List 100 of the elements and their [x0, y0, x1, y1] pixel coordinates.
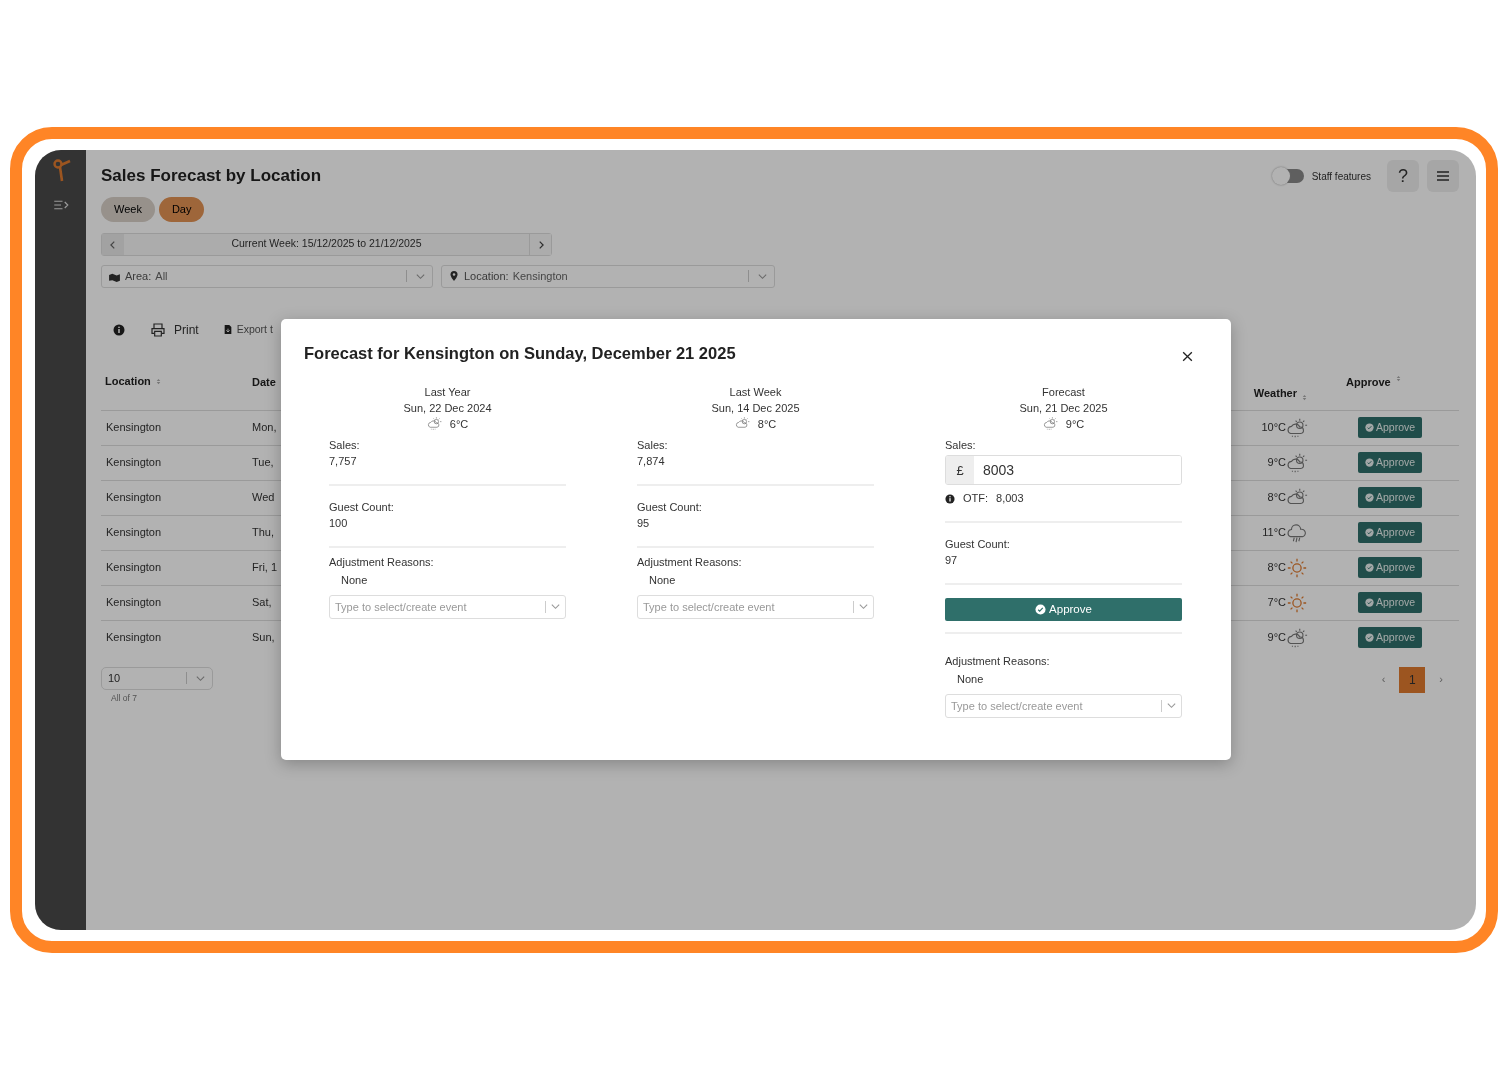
column-heading: Last Week: [729, 384, 782, 400]
temperature-text: 9°C: [1065, 416, 1085, 432]
approve-button[interactable]: Approve: [1358, 626, 1423, 649]
check-circle-icon: [1365, 493, 1374, 502]
showers-icon: [426, 416, 442, 432]
toggle-switch[interactable]: [1273, 169, 1304, 183]
value-text: 7,874: [637, 454, 666, 470]
temperature-text: 11°C: [1262, 525, 1286, 541]
column-header[interactable]: Weather: [1253, 385, 1297, 402]
filter-select[interactable]: Location: Kensington: [441, 264, 775, 288]
column-header[interactable]: Location: [105, 373, 151, 390]
field-label: Sales:: [329, 437, 361, 453]
field-label: Guest Count:: [945, 536, 1011, 552]
table-cell: Thu,: [252, 526, 274, 539]
toggle-label: Staff features: [1311, 169, 1371, 184]
column-heading: Last Year: [424, 384, 471, 400]
value-text: None: [341, 573, 369, 589]
field-label: Adjustment Reasons:: [329, 554, 435, 570]
check-circle-icon: [1365, 633, 1374, 642]
temperature-text: 8°C: [1267, 560, 1286, 576]
temperature-text: 8°C: [757, 416, 777, 432]
info-icon: [945, 493, 955, 504]
sales-input[interactable]: £ 8003: [945, 455, 1182, 486]
temperature-text: 8°C: [1267, 490, 1286, 506]
row-count-text: All of 7: [111, 691, 138, 705]
next-button[interactable]: [529, 233, 551, 255]
column-heading: Forecast: [1042, 384, 1085, 400]
table-cell: Fri, 1: [252, 561, 278, 574]
sort-icon: [1394, 373, 1402, 383]
table-cell-text: Kensington: [105, 630, 163, 646]
table-cell: Sun,: [252, 631, 275, 644]
table-cell-text: Kensington: [105, 560, 163, 576]
menu-icon: [1435, 168, 1451, 184]
table-cell-text: Kensington: [105, 525, 163, 541]
showers-icon: [1286, 416, 1308, 439]
printer-icon: [150, 321, 166, 338]
approve-button[interactable]: Approve: [1358, 521, 1423, 544]
showers-icon: [1286, 626, 1308, 649]
page-button[interactable]: 1: [1399, 666, 1426, 693]
check-circle-icon: [1035, 603, 1047, 615]
field-label: Guest Count:: [329, 499, 395, 515]
approve-button[interactable]: Approve: [945, 597, 1182, 621]
dialog-title: Forecast for Kensington on Sunday, December 21 2025: [304, 343, 736, 364]
view-tab[interactable]: Week: [101, 197, 155, 222]
menu-button[interactable]: [1427, 160, 1459, 192]
table-cell-text: Kensington: [105, 420, 163, 436]
event-select[interactable]: Type to select/create event: [637, 594, 874, 619]
value-text: 97: [945, 553, 959, 569]
field-label: Adjustment Reasons:: [945, 653, 1051, 669]
temperature-text: 9°C: [1267, 455, 1286, 471]
temperature-text: 6°C: [449, 416, 469, 432]
view-tab[interactable]: Day: [158, 197, 205, 222]
approve-button[interactable]: Approve: [1358, 486, 1423, 509]
print-button[interactable]: Print: [149, 319, 200, 340]
previous-page-button[interactable]: ‹: [1375, 670, 1392, 689]
check-circle-icon: [1365, 458, 1374, 467]
approve-button[interactable]: Approve: [1358, 591, 1423, 614]
help-button[interactable]: ?: [1387, 160, 1419, 192]
value-text: 7,757: [329, 454, 358, 470]
sun-icon: [1286, 591, 1308, 614]
table-cell: Sat,: [252, 596, 272, 609]
check-circle-icon: [1365, 528, 1374, 537]
temperature-text: 9°C: [1267, 630, 1286, 646]
approve-button[interactable]: Approve: [1358, 451, 1423, 474]
table-cell-text: Kensington: [105, 455, 163, 471]
rain-icon: [1286, 521, 1308, 544]
value-text: 95: [637, 516, 651, 532]
page-size-select[interactable]: 10: [101, 666, 213, 690]
column-header[interactable]: Approve: [1346, 373, 1391, 390]
date-text: Sun, 22 Dec 2024: [403, 400, 492, 416]
file-download-icon: [222, 323, 233, 336]
value-text: 100: [329, 516, 349, 532]
export-button[interactable]: Export t: [221, 320, 274, 339]
column-header[interactable]: Date: [252, 375, 276, 388]
info-icon: [113, 323, 125, 336]
event-select[interactable]: Type to select/create event: [945, 693, 1182, 718]
date-text: Sun, 14 Dec 2025: [711, 400, 800, 416]
value-text: None: [649, 573, 677, 589]
period-label: Current Week: 15/12/2025 to 21/12/2025: [230, 236, 423, 252]
showers-icon: [1286, 451, 1308, 474]
check-circle-icon: [1365, 598, 1374, 607]
page-title: Sales Forecast by Location: [101, 165, 322, 188]
sort-icon: [154, 377, 162, 386]
event-select[interactable]: Type to select/create event: [329, 594, 566, 619]
temperature-text: 10°C: [1261, 420, 1286, 436]
table-cell: Mon,: [252, 421, 277, 434]
check-circle-icon: [1365, 563, 1374, 572]
pin-icon: [448, 270, 460, 282]
approve-button[interactable]: Approve: [1358, 416, 1423, 439]
filter-select[interactable]: Area: All: [101, 264, 433, 288]
table-cell-text: Kensington: [105, 490, 163, 506]
next-page-button[interactable]: ›: [1433, 670, 1449, 689]
table-cell-text: Kensington: [105, 595, 163, 611]
field-label: OTF:: [963, 491, 989, 507]
field-label: Sales:: [945, 437, 977, 453]
approve-button[interactable]: Approve: [1358, 556, 1423, 579]
sun-icon: [1286, 556, 1308, 579]
field-label: Sales:: [637, 437, 669, 453]
value-text: 8,003: [996, 491, 1024, 507]
close-icon: [1181, 350, 1194, 363]
